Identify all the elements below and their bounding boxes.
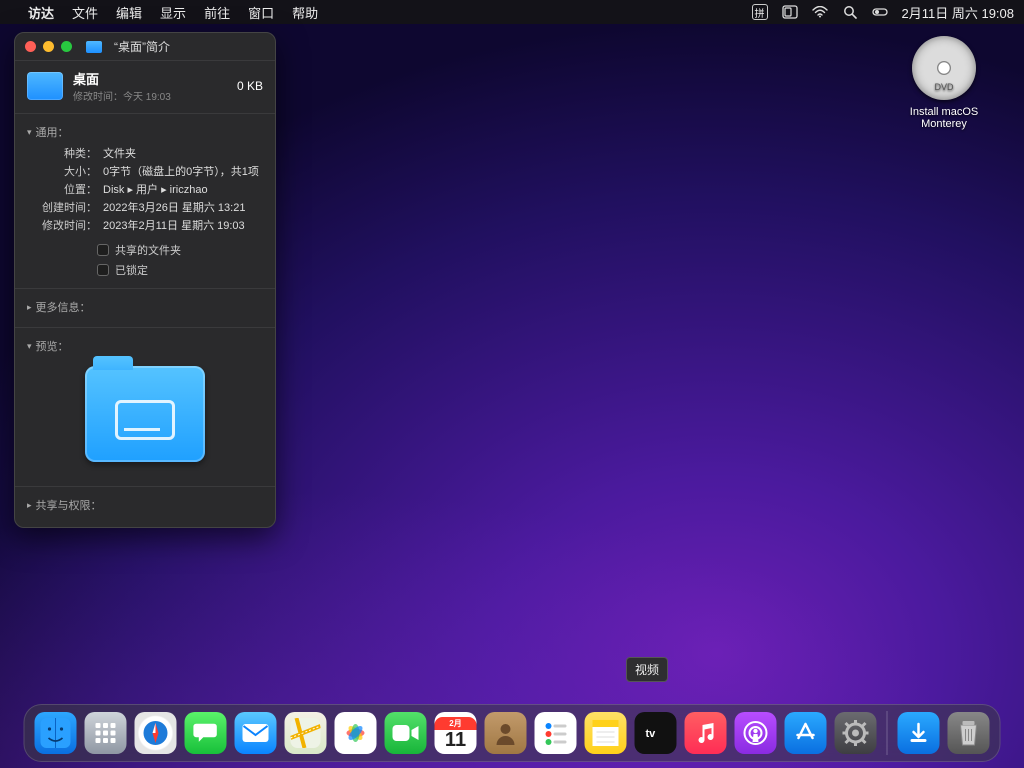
window-titlebar[interactable]: “桌面”简介 (15, 33, 275, 61)
window-title: “桌面”简介 (114, 38, 170, 55)
menu-help[interactable]: 帮助 (292, 3, 318, 22)
dock-app-facetime[interactable] (385, 712, 427, 754)
dock-trash[interactable] (948, 712, 990, 754)
input-method-icon[interactable]: 拼 (752, 4, 768, 20)
dock-app-tv[interactable]: tv (635, 712, 677, 754)
menu-go[interactable]: 前往 (204, 3, 230, 22)
disclosure-down-icon: ▾ (27, 127, 32, 138)
field-kind-label: 种类： (39, 145, 97, 161)
dock-app-podcasts[interactable] (735, 712, 777, 754)
dock-app-photos[interactable] (335, 712, 377, 754)
control-center-icon[interactable] (872, 4, 888, 20)
dock-tooltip: 视频 (626, 657, 668, 682)
stage-manager-icon[interactable] (782, 4, 798, 20)
zoom-button[interactable] (61, 41, 72, 52)
field-where-value: Disk ▸ 用户 ▸ iriczhao (103, 181, 263, 197)
section-preview[interactable]: ▾ 预览： (27, 334, 263, 358)
folder-icon (27, 72, 63, 100)
section-more-info[interactable]: ▸ 更多信息： (27, 295, 263, 319)
menu-file[interactable]: 文件 (72, 3, 98, 22)
field-where-label: 位置： (39, 181, 97, 197)
info-name: 桌面 (73, 69, 227, 88)
menubar-datetime[interactable]: 2月11日 周六 19:08 (902, 3, 1014, 22)
field-modified-label: 修改时间： (39, 217, 97, 233)
field-size-value: 0字节（磁盘上的0字节），共1项 (103, 163, 263, 179)
dock-app-notes[interactable] (585, 712, 627, 754)
menu-view[interactable]: 显示 (160, 3, 186, 22)
section-label: 通用： (36, 124, 69, 140)
dock-separator (887, 711, 888, 755)
field-created-value: 2022年3月26日 星期六 13:21 (103, 199, 263, 215)
section-label: 更多信息： (36, 299, 91, 315)
window-traffic-lights (25, 41, 72, 52)
section-sharing[interactable]: ▸ 共享与权限： (27, 493, 263, 517)
menu-edit[interactable]: 编辑 (116, 3, 142, 22)
dock-app-mail[interactable] (235, 712, 277, 754)
checkbox-shared-label: 共享的文件夹 (115, 242, 181, 258)
close-button[interactable] (25, 41, 36, 52)
calendar-month: 2月 (435, 717, 477, 730)
dock-app-maps[interactable] (285, 712, 327, 754)
folder-icon (86, 41, 102, 53)
minimize-button[interactable] (43, 41, 54, 52)
dock-app-contacts[interactable] (485, 712, 527, 754)
calendar-day: 11 (445, 730, 466, 750)
field-modified-value: 2023年2月11日 星期六 19:03 (103, 217, 263, 233)
dock-app-messages[interactable] (185, 712, 227, 754)
section-general[interactable]: ▾ 通用： (27, 120, 263, 144)
checkbox-locked[interactable] (97, 264, 109, 276)
dock-app-appstore[interactable] (785, 712, 827, 754)
spotlight-icon[interactable] (842, 4, 858, 20)
get-info-window: “桌面”简介 桌面 修改时间：今天 19:03 0 KB ▾ 通用： 种类： 文件… (14, 32, 276, 528)
menu-bar: 访达 文件 编辑 显示 前往 窗口 帮助 拼 2月11日 周六 19:08 (0, 0, 1024, 24)
checkbox-locked-label: 已锁定 (115, 262, 148, 278)
dock: 2月 11 tv (24, 704, 1001, 762)
svg-text:tv: tv (646, 728, 657, 740)
dock-app-reminders[interactable] (535, 712, 577, 754)
menu-app[interactable]: 访达 (28, 3, 54, 22)
dvd-icon (912, 36, 976, 100)
disclosure-right-icon: ▸ (27, 500, 32, 511)
dock-downloads[interactable] (898, 712, 940, 754)
field-created-label: 创建时间： (39, 199, 97, 215)
info-size: 0 KB (237, 79, 263, 93)
field-size-label: 大小： (39, 163, 97, 179)
wifi-icon[interactable] (812, 4, 828, 20)
disclosure-down-icon: ▾ (27, 341, 32, 352)
desktop-item-installer[interactable]: Install macOS Monterey (894, 36, 994, 130)
checkbox-shared[interactable] (97, 244, 109, 256)
section-label: 共享与权限： (36, 497, 102, 513)
menu-window[interactable]: 窗口 (248, 3, 274, 22)
dock-app-launchpad[interactable] (85, 712, 127, 754)
folder-preview-icon (85, 366, 205, 462)
section-label: 预览： (36, 338, 69, 354)
dock-app-music[interactable] (685, 712, 727, 754)
info-modified-inline: 修改时间：今天 19:03 (73, 88, 227, 103)
dock-app-settings[interactable] (835, 712, 877, 754)
disclosure-right-icon: ▸ (27, 302, 32, 313)
dock-app-calendar[interactable]: 2月 11 (435, 712, 477, 754)
dock-app-finder[interactable] (35, 712, 77, 754)
field-kind-value: 文件夹 (103, 145, 263, 161)
desktop-item-label: Install macOS Monterey (894, 106, 994, 130)
dock-app-safari[interactable] (135, 712, 177, 754)
